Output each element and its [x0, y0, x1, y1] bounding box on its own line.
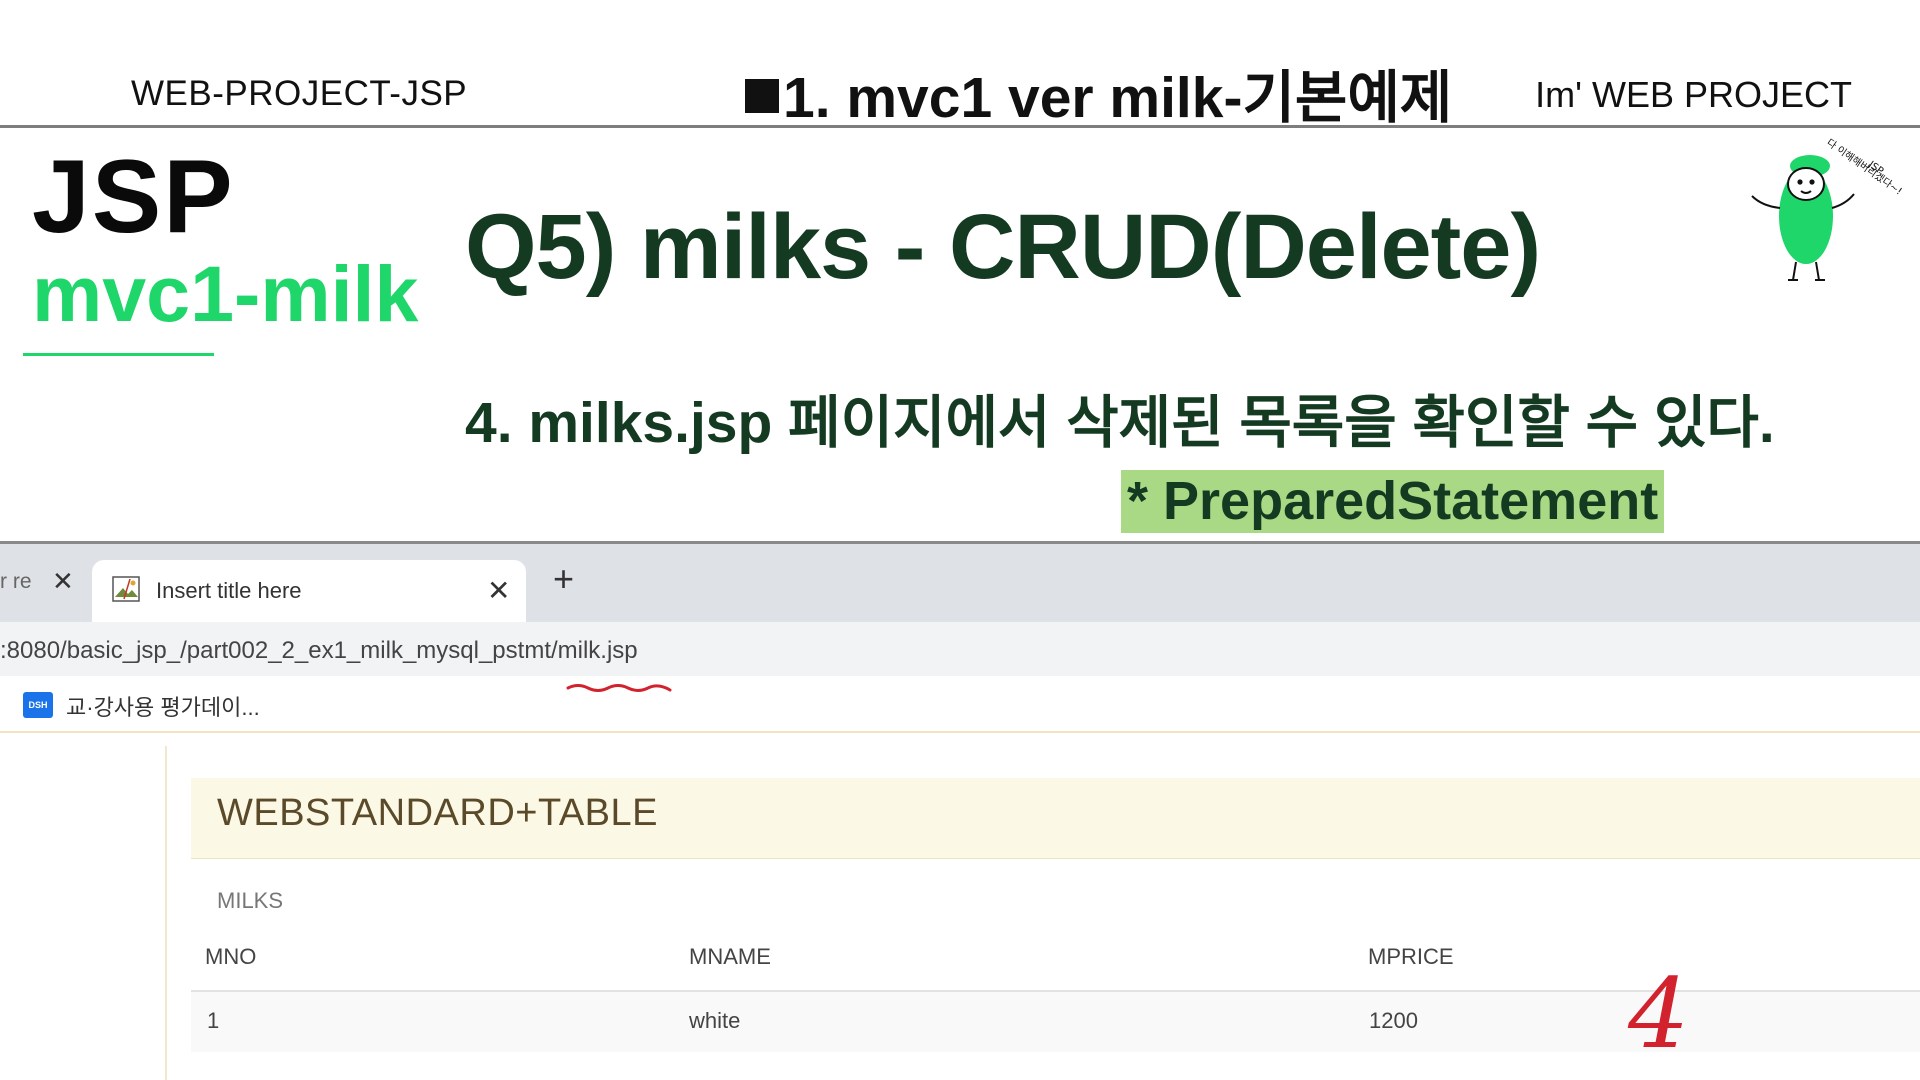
section-title: JSP: [32, 139, 235, 255]
tab-title: Insert title here: [156, 578, 302, 603]
bookmark-item[interactable]: 교·강사용 평가데이...: [66, 690, 260, 722]
header-title: 1. mvc1 ver milk-기본예제: [745, 52, 1452, 134]
bookmark-favicon-icon: DSH: [23, 692, 53, 718]
handwritten-annotation: 4: [1627, 961, 1689, 1070]
browser-tabbar: r re ✕ Insert title here ✕ +: [0, 544, 1920, 622]
column-header-mprice: MPRICE: [1368, 944, 1454, 969]
tab-active[interactable]: Insert title here ✕: [92, 560, 526, 622]
table-cell-mname: white: [689, 1008, 741, 1033]
address-bar[interactable]: :8080/basic_jsp_/part002_2_ex1_milk_mysq…: [0, 622, 1920, 676]
header-left-label: WEB-PROJECT-JSP: [131, 74, 468, 113]
url-text[interactable]: :8080/basic_jsp_/part002_2_ex1_milk_mysq…: [0, 637, 638, 665]
table-cell-mno: 1: [207, 1008, 220, 1033]
table-cell-mprice: 1200: [1369, 1008, 1418, 1033]
section-underline: [23, 353, 214, 356]
highlight-note: * PreparedStatement: [1121, 470, 1665, 533]
table-caption: MILKS: [217, 888, 284, 913]
page-left-border: [165, 746, 167, 1080]
square-bullet-icon: [745, 79, 779, 113]
page-banner-title: WEBSTANDARD+TABLE: [217, 792, 659, 834]
question-title: Q5) milks - CRUD(Delete): [465, 196, 1541, 298]
header-title-text: 1. mvc1 ver milk-기본예제: [783, 66, 1453, 130]
bookmarks-bar: DSH 교·강사용 평가데이...: [0, 676, 1920, 733]
header-divider: [0, 125, 1920, 128]
new-tab-button[interactable]: +: [553, 558, 574, 600]
close-icon[interactable]: ✕: [487, 574, 510, 607]
mascot-icon: JSP 다 이해해버리겠다~!: [1740, 136, 1920, 293]
annotation-number: 4: [1627, 961, 1689, 1070]
tab-previous-label[interactable]: r re: [0, 570, 32, 594]
browser-screenshot: r re ✕ Insert title here ✕ + :8080/basic…: [0, 541, 1920, 1080]
section-subtitle: mvc1-milk: [32, 249, 419, 338]
red-underline-mark: [566, 684, 672, 692]
mascot-caption-speech: 다 이해해버리겠다~!: [1824, 138, 1905, 198]
step-description: 4. milks.jsp 페이지에서 삭제된 목록을 확인할 수 있다.: [465, 391, 1775, 455]
column-header-mno: MNO: [205, 944, 257, 969]
close-icon[interactable]: ✕: [52, 566, 74, 597]
broken-image-icon: [112, 576, 140, 602]
column-header-mname: MNAME: [689, 944, 771, 969]
page-banner: WEBSTANDARD+TABLE: [191, 778, 1920, 859]
header-right-label: Im' WEB PROJECT: [1535, 74, 1852, 115]
